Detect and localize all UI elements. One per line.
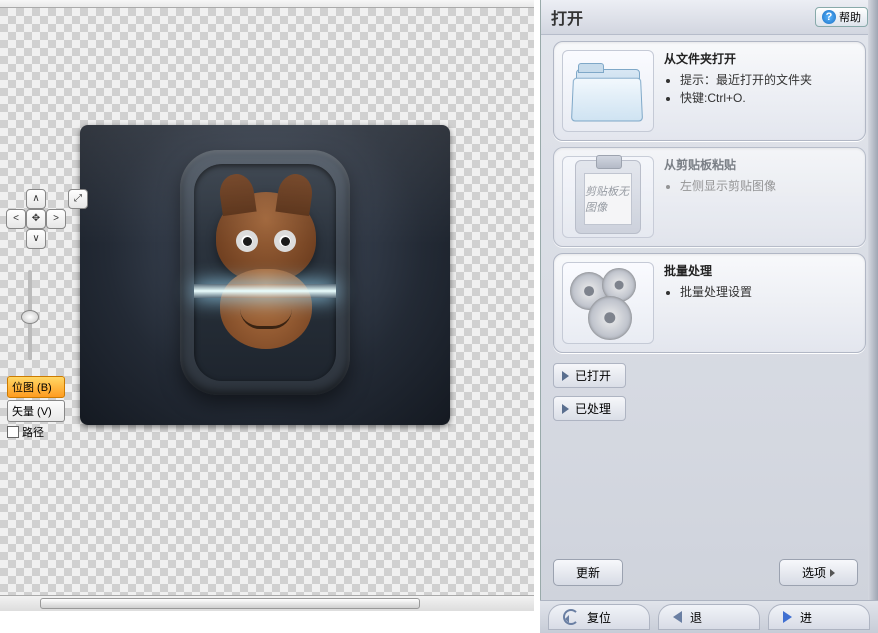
tab-bitmap[interactable]: 位图 (B) (7, 376, 65, 398)
horizontal-scrollbar[interactable] (0, 595, 534, 611)
canvas-image[interactable] (80, 125, 450, 425)
card-batch[interactable]: 批量处理 批量处理设置 (553, 253, 866, 353)
canvas-area: ∧ ⤢ <✥> ∨ 位图 (B) 矢量 (V) 路径 (0, 0, 534, 633)
options-label: 选项 (802, 566, 826, 580)
hscroll-thumb[interactable] (40, 598, 420, 609)
nav-cluster: ∧ ⤢ <✥> ∨ (6, 189, 66, 249)
opened-label: 已打开 (575, 367, 611, 384)
zoom-slider[interactable] (28, 270, 32, 360)
play-icon (562, 371, 569, 381)
processed-label: 已处理 (575, 400, 611, 417)
layer-tabs: 位图 (B) 矢量 (V) 路径 (7, 376, 65, 440)
card-open-folder-hint: 提示：最近打开的文件夹 (680, 71, 857, 89)
gears-icon (562, 262, 654, 344)
panel-title: 打开 (551, 5, 583, 29)
forward-button[interactable]: 进 (768, 604, 870, 630)
help-label: 帮助 (839, 9, 861, 25)
chevron-right-icon (830, 569, 835, 577)
nav-center-button[interactable]: ✥ (26, 209, 46, 229)
side-panel: 打开 ? 帮助 从文件夹打开 提示：最近打开的文件夹 快键:Ctrl+O. 剪贴… (540, 0, 878, 600)
clipboard-empty-text: 剪贴板无图像 (585, 183, 631, 215)
tab-vector[interactable]: 矢量 (V) (7, 400, 65, 422)
options-button[interactable]: 选项 (779, 559, 858, 586)
card-open-folder[interactable]: 从文件夹打开 提示：最近打开的文件夹 快键:Ctrl+O. (553, 41, 866, 141)
clipboard-icon: 剪贴板无图像 (562, 156, 654, 238)
opened-button[interactable]: 已打开 (553, 363, 626, 388)
help-button[interactable]: ? 帮助 (815, 7, 868, 27)
nav-expand-button[interactable]: ⤢ (68, 189, 88, 209)
nav-up-button[interactable]: ∧ (26, 189, 46, 209)
card-clipboard[interactable]: 剪贴板无图像 从剪贴板粘贴 左侧显示剪贴图像 (553, 147, 866, 247)
back-label: 退 (690, 609, 702, 626)
reset-label: 复位 (587, 609, 611, 626)
path-label: 路径 (22, 424, 44, 440)
forward-label: 进 (800, 609, 812, 626)
card-batch-title: 批量处理 (664, 262, 857, 279)
reset-button[interactable]: 复位 (548, 604, 650, 630)
nav-left-button[interactable]: < (6, 209, 26, 229)
card-clipboard-hint: 左侧显示剪贴图像 (680, 177, 857, 195)
help-icon: ? (822, 10, 836, 24)
back-icon (673, 611, 682, 623)
card-batch-hint: 批量处理设置 (680, 283, 857, 301)
update-button[interactable]: 更新 (553, 559, 623, 586)
processed-button[interactable]: 已处理 (553, 396, 626, 421)
path-toggle-row[interactable]: 路径 (7, 424, 65, 440)
side-edge (868, 0, 878, 600)
nav-down-button[interactable]: ∨ (26, 229, 46, 249)
card-clipboard-title: 从剪贴板粘贴 (664, 156, 857, 173)
zoom-thumb[interactable] (21, 310, 39, 324)
play-icon (562, 404, 569, 414)
footer-nav: 复位 退 进 (540, 600, 878, 633)
undo-icon (563, 609, 579, 625)
nav-right-button[interactable]: > (46, 209, 66, 229)
ruler-horizontal (0, 0, 534, 8)
panel-header: 打开 ? 帮助 (541, 0, 878, 35)
card-open-folder-title: 从文件夹打开 (664, 50, 857, 67)
back-button[interactable]: 退 (658, 604, 760, 630)
card-open-folder-shortcut: 快键:Ctrl+O. (680, 89, 857, 107)
folder-icon (562, 50, 654, 132)
path-checkbox[interactable] (7, 426, 19, 438)
forward-icon (783, 611, 792, 623)
